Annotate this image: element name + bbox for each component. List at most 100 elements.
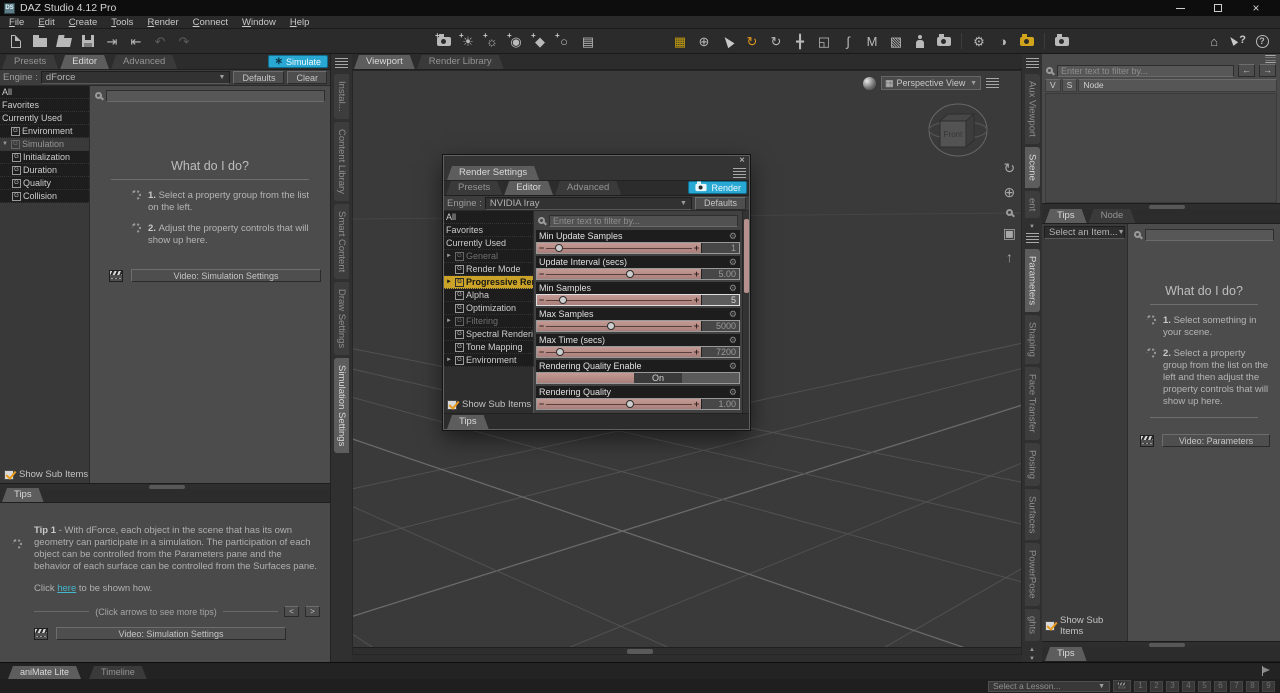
slider-track[interactable] [546, 399, 692, 409]
list-item-environment[interactable]: ►GEnvironment [444, 354, 533, 367]
slider-thumb[interactable] [556, 348, 564, 356]
rotate-tool-button[interactable]: ↻ [765, 31, 787, 52]
menu-file[interactable]: File [2, 17, 31, 28]
pane-menu-icon[interactable] [1265, 55, 1275, 63]
list-item-collision[interactable]: GCollision [0, 190, 89, 203]
menu-edit[interactable]: Edit [31, 17, 61, 28]
lesson-video-button[interactable] [1113, 680, 1131, 692]
select-item-dropdown[interactable]: Select an Item... ▼ [1044, 226, 1125, 239]
slider-thumb[interactable] [559, 296, 567, 304]
gear-icon[interactable]: ⚙ [729, 256, 737, 268]
lesson-1-button[interactable]: 1 [1134, 681, 1147, 692]
slider-track[interactable] [546, 269, 692, 279]
engine-dropdown[interactable]: dForce ▼ [41, 71, 231, 84]
tab-editor[interactable]: Editor [504, 181, 553, 195]
lesson-dropdown[interactable]: Select a Lesson... ▼ [988, 681, 1110, 692]
tab-viewport[interactable]: Viewport [354, 55, 415, 69]
slider-value[interactable]: 1 [701, 243, 739, 253]
redo-button[interactable]: ↷ [173, 31, 195, 52]
lesson-9-button[interactable]: 9 [1262, 681, 1275, 692]
simulate-button[interactable]: ∗ Simulate [268, 55, 328, 68]
property-slider[interactable]: − +1.00 [536, 398, 740, 410]
slider-increment[interactable]: + [692, 243, 701, 253]
property-slider[interactable]: −+5000 [536, 320, 740, 332]
tab-render-library[interactable]: Render Library [417, 55, 504, 69]
slider-track[interactable] [546, 295, 692, 305]
scroll-up-icon[interactable]: ▲ [1029, 647, 1035, 653]
column-visible[interactable]: V [1045, 79, 1061, 92]
slider-thumb[interactable] [555, 244, 563, 252]
menu-create[interactable]: Create [62, 17, 105, 28]
undo-button[interactable]: ↶ [149, 31, 171, 52]
slider-track[interactable] [546, 243, 692, 253]
merge-file-button[interactable] [53, 31, 75, 52]
list-item-simulation[interactable]: ▼GSimulation [0, 138, 89, 151]
gear-icon[interactable]: ⚙ [729, 308, 737, 320]
lesson-5-button[interactable]: 5 [1198, 681, 1211, 692]
gear-icon[interactable]: ⚙ [729, 230, 737, 242]
dock-tab-aux-viewport[interactable]: Aux Viewport [1025, 74, 1040, 144]
parameters-filter-input[interactable] [1145, 229, 1274, 241]
render-filter-input[interactable] [549, 215, 738, 227]
list-item-filtering[interactable]: ►GFiltering [444, 315, 533, 328]
list-item-progressive-rend[interactable]: ►GProgressive Rend... [444, 276, 533, 289]
tab-timeline[interactable]: Timeline [89, 666, 147, 679]
new-point-light-button[interactable]: +☼ [481, 31, 503, 52]
filter-prev-button[interactable]: ← [1238, 64, 1255, 77]
slider-track[interactable] [546, 347, 692, 357]
home-button[interactable]: ⌂ [1203, 31, 1225, 52]
camera-cursor-tool-button[interactable] [933, 31, 955, 52]
active-pose-tool-button[interactable]: ∫ [837, 31, 859, 52]
view-cube[interactable]: Front [927, 97, 989, 162]
dock-menu-icon[interactable] [335, 58, 348, 68]
show-sub-items-checkbox[interactable] [4, 470, 14, 480]
slider-increment[interactable]: + [692, 295, 701, 305]
render-button[interactable] [1051, 31, 1073, 52]
slider-decrement[interactable]: − [537, 347, 546, 357]
prev-tip-button[interactable]: < [284, 606, 299, 617]
new-camera-button[interactable]: + [433, 31, 455, 52]
expand-arrow-icon[interactable]: ► [446, 279, 453, 285]
viewport-menu-icon[interactable] [986, 78, 999, 88]
dock-tab-ghts[interactable]: ghts [1025, 609, 1040, 641]
reset-view-icon[interactable]: ↑ [1006, 250, 1013, 264]
list-item-render-mode[interactable]: GRender Mode [444, 263, 533, 276]
scrollbar-handle[interactable] [627, 649, 653, 654]
show-sub-items-checkbox[interactable] [447, 400, 457, 410]
scene-navigator-button[interactable]: ▦ [669, 31, 691, 52]
slider-increment[interactable]: + [692, 399, 701, 409]
slider-value[interactable]: 5 [701, 295, 739, 305]
property-slider[interactable]: −+1 [536, 242, 740, 254]
slider-thumb[interactable] [607, 322, 615, 330]
tab-animate-lite[interactable]: aniMate Lite [8, 666, 81, 679]
dock-tab-powerpose[interactable]: PowerPose [1025, 543, 1040, 606]
what-is-this-button[interactable] [1227, 31, 1249, 52]
frame-icon[interactable]: ▣ [1003, 226, 1016, 240]
dock-tab-parameters[interactable]: Parameters [1025, 249, 1040, 312]
viewport-pan-button[interactable]: ⊕ [693, 31, 715, 52]
list-item-all[interactable]: All [444, 211, 533, 224]
slider-thumb[interactable] [626, 400, 634, 408]
slider-decrement[interactable]: − [537, 399, 546, 409]
expand-arrow-icon[interactable]: ► [446, 253, 453, 259]
property-slider[interactable]: −+7200 [536, 346, 740, 358]
list-item-favorites[interactable]: Favorites [0, 99, 89, 112]
dock-tab-instal[interactable]: Instal... [334, 74, 349, 119]
vertical-scrollbar[interactable] [742, 211, 749, 413]
new-linear-light-button[interactable]: +◆ [529, 31, 551, 52]
scrollbar-handle[interactable] [149, 485, 185, 489]
dock-menu-icon[interactable] [1026, 58, 1039, 68]
zoom-icon[interactable] [1006, 209, 1013, 216]
gear-icon[interactable]: ⚙ [729, 386, 737, 398]
slider-value[interactable]: 1.00 [701, 399, 739, 409]
dock-tab-draw-settings[interactable]: Draw Settings [334, 282, 349, 355]
lesson-7-button[interactable]: 7 [1230, 681, 1243, 692]
pane-menu-icon[interactable] [733, 168, 746, 178]
slider-increment[interactable]: + [692, 269, 701, 279]
list-item-spectral-rendering[interactable]: GSpectral Rendering [444, 328, 533, 341]
lesson-3-button[interactable]: 3 [1166, 681, 1179, 692]
expand-arrow-icon[interactable]: ► [446, 318, 453, 324]
figure-setup-button[interactable] [909, 31, 931, 52]
render-button[interactable]: Render [688, 181, 747, 194]
slider-increment[interactable]: + [692, 321, 701, 331]
